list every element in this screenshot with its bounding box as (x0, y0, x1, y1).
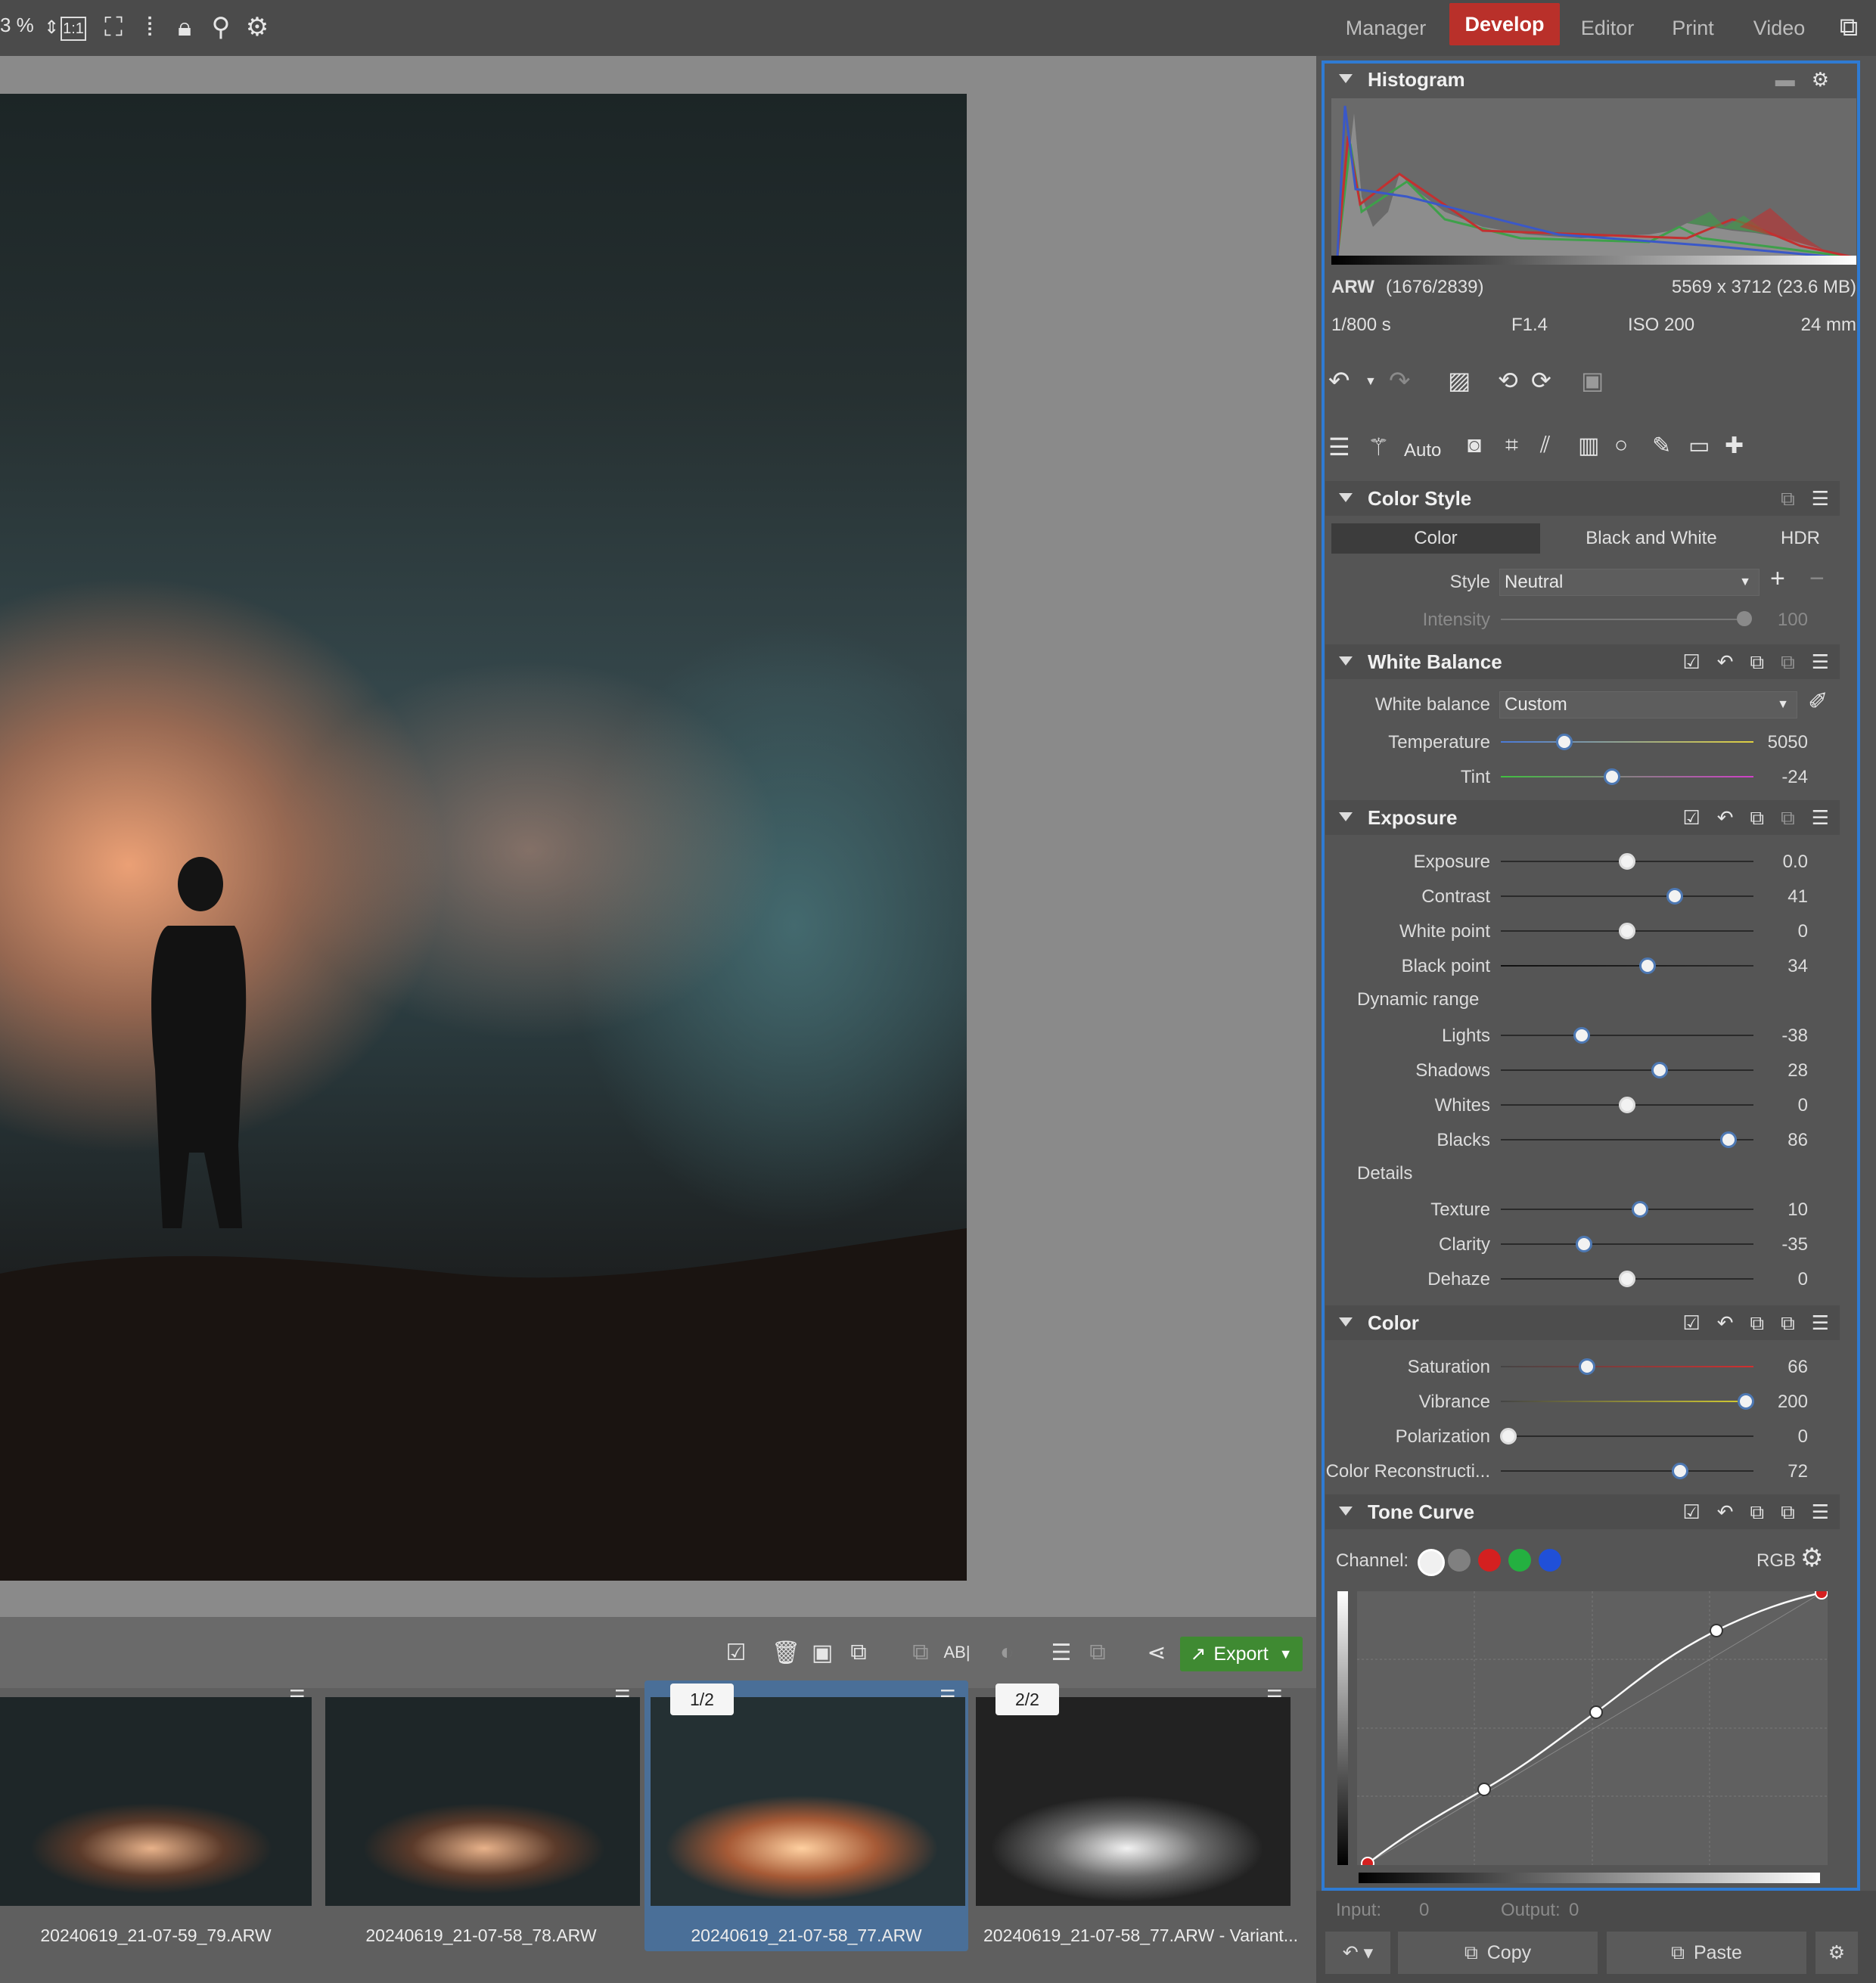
adjusted-icon: ⚌ (289, 1681, 306, 1702)
thumbnail-4-label: 20240619_21-07-58_77.ARW - Variant... (983, 1926, 1298, 1945)
variant-badge: 1/2 (670, 1684, 734, 1715)
paste-label: Paste (1693, 1941, 1742, 1963)
thumbnail-2-label: 20240619_21-07-58_78.ARW (365, 1926, 597, 1945)
input-value[interactable]: 0 (1419, 1900, 1429, 1921)
photo-silhouette (0, 857, 967, 1581)
duplicate-icon[interactable]: ⧉ (905, 1637, 936, 1668)
filter-icon[interactable]: ◐ (991, 1637, 1023, 1668)
undo-button[interactable]: ↶ ▾ (1325, 1932, 1390, 1974)
main-photo[interactable] (0, 94, 967, 1581)
thumbnail-3[interactable] (651, 1697, 965, 1906)
lock-icon[interactable]: 🔒︎ (168, 11, 201, 44)
stack-icon[interactable]: ⧉ (1082, 1637, 1113, 1668)
undo-icon: ↶ ▾ (1342, 1942, 1374, 1963)
tab-editor[interactable]: Editor (1573, 0, 1642, 56)
copy-to-icon[interactable]: ⧉ (843, 1637, 874, 1668)
fit-screen-icon[interactable]: ⛶ (97, 11, 130, 44)
panel-focus-frame (1322, 61, 1860, 1891)
rename-icon[interactable]: AB| (941, 1637, 973, 1668)
delete-icon[interactable]: 🗑︎ (770, 1637, 802, 1668)
copy-label: Copy (1486, 1941, 1532, 1963)
paste-button[interactable]: ⧉ Paste (1607, 1932, 1806, 1974)
filmstrip-toolbar (0, 1617, 1316, 1688)
one-to-one-icon[interactable]: 1:1 (61, 17, 86, 41)
export-button[interactable]: ↗ Export ▼ (1180, 1637, 1303, 1671)
compare-icon[interactable]: ⚲ (204, 11, 238, 44)
thumbnail-3-label: 20240619_21-07-58_77.ARW (691, 1926, 922, 1945)
thumbnail-2[interactable] (325, 1697, 640, 1906)
batch-adjust-icon[interactable]: ☰ (1045, 1637, 1077, 1668)
copy-button[interactable]: ⧉ Copy (1398, 1932, 1598, 1974)
new-folder-icon[interactable]: ▣ (806, 1637, 838, 1668)
share-icon[interactable]: ⋖ (1141, 1637, 1172, 1668)
preview-settings-icon[interactable]: ⚙ (241, 11, 274, 44)
external-window-icon[interactable]: ⧉ (1832, 11, 1865, 44)
export-label: Export (1213, 1643, 1269, 1665)
export-icon: ↗ (1190, 1643, 1207, 1665)
adjusted-icon: ⚌ (940, 1681, 956, 1702)
select-icon[interactable]: ☑ (720, 1637, 752, 1668)
paste-settings-icon: ⚙ (1828, 1942, 1846, 1963)
thumbnail-1-label: 20240619_21-07-59_79.ARW (40, 1926, 272, 1945)
paste-settings-button[interactable]: ⚙ (1815, 1932, 1858, 1974)
tab-manager[interactable]: Manager (1339, 0, 1433, 56)
variant-badge: 2/2 (995, 1684, 1059, 1715)
output-value[interactable]: 0 (1569, 1900, 1579, 1921)
output-label: Output: (1501, 1900, 1561, 1920)
fill-screen-icon[interactable]: ⦙ (133, 11, 166, 44)
adjusted-icon: ⚌ (1266, 1681, 1283, 1702)
copy-icon: ⧉ (1464, 1941, 1478, 1963)
thumbnail-4[interactable] (976, 1697, 1291, 1906)
tab-video[interactable]: Video (1744, 0, 1814, 56)
paste-icon: ⧉ (1671, 1941, 1685, 1963)
tab-print[interactable]: Print (1657, 0, 1729, 56)
tab-develop[interactable]: Develop (1449, 3, 1560, 45)
thumbnail-1[interactable] (0, 1697, 312, 1906)
zoom-value[interactable]: 3 % (0, 14, 34, 37)
input-label: Input: (1336, 1900, 1382, 1920)
adjusted-icon: ⚌ (614, 1681, 631, 1702)
chevron-down-icon[interactable]: ▼ (1279, 1646, 1293, 1662)
